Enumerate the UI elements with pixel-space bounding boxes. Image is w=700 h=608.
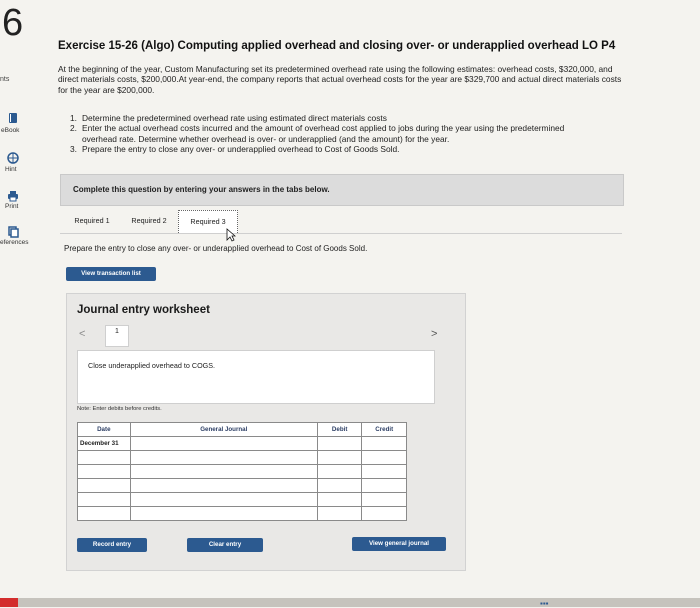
credit-cell[interactable] [361, 478, 407, 493]
table-row: December 31 [77, 436, 407, 451]
step-item: 1. Determine the predetermined overhead r… [70, 113, 600, 123]
credit-header: Credit [361, 422, 407, 437]
date-cell[interactable] [77, 450, 131, 465]
debit-cell[interactable] [316, 478, 363, 493]
credit-cell[interactable] [361, 436, 407, 451]
bottom-bar [0, 598, 700, 607]
sidebar-item-label: eferences [0, 239, 29, 246]
debit-cell[interactable] [316, 492, 363, 507]
instruction-box: Complete this question by entering your … [60, 174, 624, 206]
prepare-instruction: Prepare the entry to close any over- or … [64, 244, 368, 253]
debit-cell[interactable] [316, 450, 363, 465]
record-entry-button[interactable]: Record entry [77, 538, 147, 552]
tab-required-1[interactable]: Required 1 [64, 210, 120, 232]
table-row [77, 492, 407, 507]
credit-cell[interactable] [361, 506, 407, 521]
prev-page-icon[interactable]: < [79, 328, 85, 340]
step-text: Prepare the entry to close any over- or … [82, 144, 400, 155]
account-cell[interactable] [129, 436, 318, 451]
entry-note: Note: Enter debits before credits. [77, 406, 162, 412]
globe-icon [7, 152, 19, 164]
account-cell[interactable] [129, 506, 318, 521]
step-item: 3. Prepare the entry to close any over- o… [70, 144, 600, 154]
account-cell[interactable] [129, 478, 318, 493]
debit-cell[interactable] [316, 464, 363, 479]
next-page-icon[interactable]: > [431, 328, 437, 340]
account-cell[interactable] [129, 464, 318, 479]
exercise-steps: 1. Determine the predetermined overhead r… [70, 113, 600, 155]
cursor-icon [226, 228, 236, 242]
view-transaction-list-button[interactable]: View transaction list [66, 267, 156, 281]
journal-entry-worksheet: Journal entry worksheet < 1 > Close unde… [66, 293, 466, 571]
entry-description: Close underapplied overhead to COGS. [88, 361, 216, 370]
table-row [77, 464, 407, 479]
credit-cell[interactable] [361, 464, 407, 479]
instruction-text: Complete this question by entering your … [73, 185, 330, 194]
tab-required-2[interactable]: Required 2 [122, 210, 176, 232]
step-number: 2. [70, 123, 77, 134]
sidebar-item-label: Hint [5, 166, 17, 173]
exercise-title: Exercise 15-26 (Algo) Computing applied … [58, 40, 616, 52]
table-header-row: Date General Journal Debit Credit [77, 422, 407, 437]
view-general-journal-button[interactable]: View general journal [352, 537, 446, 551]
book-icon [9, 113, 17, 123]
account-cell[interactable] [129, 492, 318, 507]
date-cell[interactable]: December 31 [77, 436, 131, 451]
journal-table: Date General Journal Debit Credit Decemb… [77, 422, 407, 521]
step-text: Determine the predetermined overhead rat… [82, 113, 387, 123]
table-row [77, 506, 407, 521]
step-number: 1. [70, 113, 77, 123]
bottom-red-marker [0, 598, 18, 607]
sidebar-item-label: Print [5, 203, 19, 210]
debit-cell[interactable] [316, 506, 363, 521]
sidebar-item-label: eBook [1, 127, 20, 134]
debit-cell[interactable] [316, 436, 363, 451]
worksheet-title: Journal entry worksheet [77, 304, 210, 316]
general-journal-header: General Journal [129, 422, 318, 437]
table-row [77, 478, 407, 493]
step-number: 3. [70, 144, 77, 155]
clear-entry-button[interactable]: Clear entry [187, 538, 263, 552]
exercise-intro: At the beginning of the year, Custom Man… [58, 64, 622, 95]
question-number: 6 [2, 2, 24, 44]
date-cell[interactable] [77, 478, 131, 493]
step-item: 2. Enter the actual overhead costs incurr… [70, 123, 600, 144]
step-text: Enter the actual overhead costs incurred… [82, 123, 565, 144]
date-header: Date [77, 422, 131, 437]
tab-divider [60, 233, 622, 234]
table-row [77, 450, 407, 465]
date-cell[interactable] [77, 506, 131, 521]
debit-header: Debit [316, 422, 363, 437]
sidebar-cut-label: nts [0, 76, 10, 83]
date-cell[interactable] [77, 492, 131, 507]
account-cell[interactable] [129, 450, 318, 465]
entry-description-box: Close underapplied overhead to COGS. [77, 350, 435, 404]
printer-icon [8, 191, 18, 202]
credit-cell[interactable] [361, 450, 407, 465]
credit-cell[interactable] [361, 492, 407, 507]
copy-icon [8, 226, 19, 238]
page-number[interactable]: 1 [105, 325, 129, 347]
date-cell[interactable] [77, 464, 131, 479]
